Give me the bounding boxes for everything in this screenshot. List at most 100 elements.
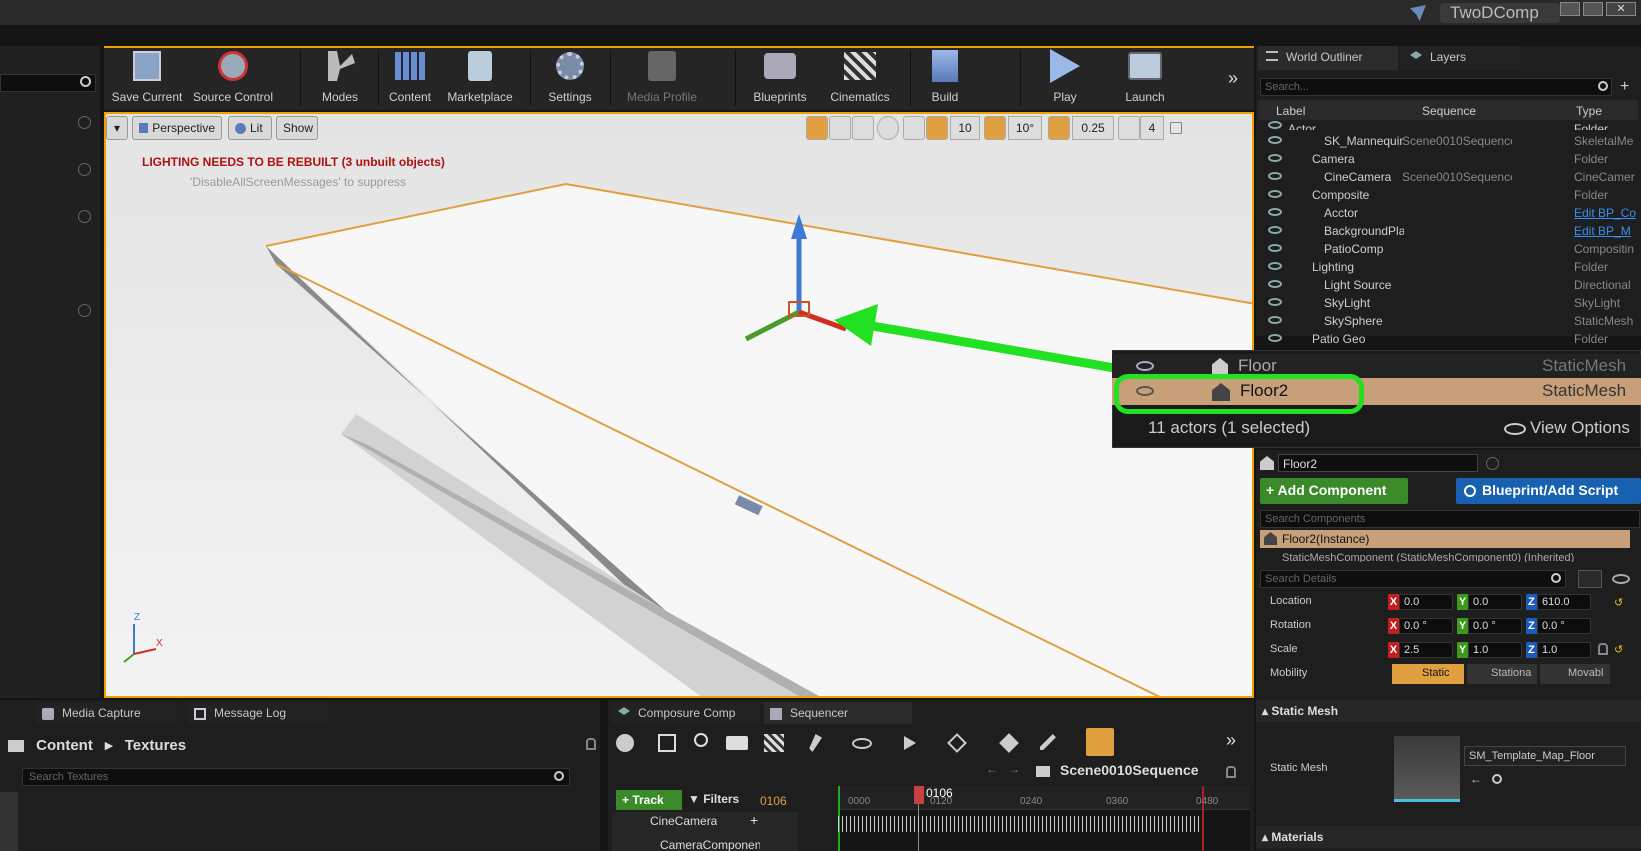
breadcrumb-textures[interactable]: Textures — [125, 737, 186, 754]
cinematics-button[interactable]: Cinematics — [820, 46, 900, 108]
scale-x-field[interactable]: 2.5 — [1399, 642, 1453, 658]
texture-thumbnail[interactable] — [0, 792, 18, 851]
filters-button[interactable]: ▼ Filters — [688, 792, 739, 806]
launch-button[interactable]: Launch — [1110, 46, 1180, 108]
reset-icon[interactable]: ↺ — [1614, 643, 1623, 656]
eye-icon[interactable] — [1612, 574, 1630, 584]
browse-arrow-icon[interactable]: ← — [1470, 772, 1482, 786]
close-button[interactable]: ✕ — [1606, 2, 1636, 16]
find-icon[interactable] — [1492, 774, 1502, 784]
tab-media-capture[interactable]: Media Capture — [36, 702, 176, 724]
camera-icon[interactable] — [726, 736, 748, 750]
search-components-input[interactable]: Search Components — [1260, 510, 1640, 528]
search-textures-input[interactable]: Search Textures — [22, 768, 570, 786]
static-mesh-picker[interactable]: SM_Template_Map_Floor — [1464, 746, 1626, 766]
add-icon[interactable]: + — [1620, 78, 1629, 96]
outliner-row[interactable]: Light Source Directional — [1258, 276, 1641, 294]
show-button[interactable]: Show — [276, 116, 318, 140]
materials-section-header[interactable]: ▴ Materials — [1256, 826, 1641, 848]
add-track-button[interactable]: + Track — [616, 790, 682, 810]
visibility-icon[interactable] — [1268, 334, 1282, 342]
location-x-field[interactable]: 0.0 — [1399, 594, 1453, 610]
scale-mode-button[interactable] — [852, 116, 874, 140]
modes-button[interactable]: Modes — [305, 46, 375, 108]
search-details-input[interactable]: Search Details — [1260, 570, 1566, 588]
location-z-field[interactable]: 610.0 — [1537, 594, 1591, 610]
visibility-icon[interactable] — [1268, 244, 1282, 252]
help-icon[interactable] — [78, 210, 91, 223]
maximize-button[interactable] — [1583, 2, 1603, 16]
blueprint-add-script-button[interactable]: Blueprint/Add Script — [1456, 478, 1641, 504]
track-cinecamera[interactable]: CineCamera — [650, 814, 717, 828]
scale-z-field[interactable]: 1.0 — [1537, 642, 1591, 658]
visibility-icon[interactable] — [1268, 136, 1282, 144]
maximize-viewport-icon[interactable] — [1170, 122, 1182, 134]
visibility-icon[interactable] — [1268, 316, 1282, 324]
instance-row[interactable]: Floor2(Instance) — [1260, 530, 1630, 548]
surface-snap-button[interactable] — [903, 116, 925, 140]
scale-snap-button[interactable] — [1048, 116, 1070, 140]
static-mesh-thumbnail[interactable] — [1394, 736, 1460, 802]
perspective-button[interactable]: Perspective — [132, 116, 222, 140]
outliner-row[interactable]: BackgroundPla Edit BP_M — [1258, 222, 1641, 240]
content-button[interactable]: Content — [380, 46, 440, 108]
add-icon[interactable]: + — [750, 812, 758, 828]
eye-icon[interactable] — [852, 738, 872, 749]
visibility-icon[interactable] — [1136, 361, 1154, 371]
camera-speed-value[interactable]: 4 — [1140, 116, 1164, 140]
scale-label[interactable]: Scale — [1270, 643, 1298, 655]
outliner-row[interactable]: SkyLight SkyLight — [1258, 294, 1641, 312]
visibility-icon[interactable] — [1268, 172, 1282, 180]
help-icon[interactable] — [78, 116, 91, 129]
source-control-button[interactable]: Source Control — [188, 46, 278, 108]
property-matrix-icon[interactable] — [1578, 570, 1602, 588]
actor-name-field[interactable]: Floor2 — [1278, 454, 1478, 472]
mobility-static-option[interactable]: Static — [1392, 664, 1464, 684]
breadcrumb-content[interactable]: Content — [36, 737, 93, 754]
mobility-stationary-option[interactable]: Stationa — [1467, 664, 1537, 684]
outliner-row[interactable]: CineCamera Scene0010Sequence CineCamer — [1258, 168, 1641, 186]
rotate-mode-button[interactable] — [829, 116, 851, 140]
blueprints-button[interactable]: Blueprints — [740, 46, 820, 108]
build-button[interactable]: Build — [915, 46, 975, 108]
visibility-icon[interactable] — [1268, 208, 1282, 216]
render-movie-icon[interactable] — [764, 734, 784, 752]
visibility-icon[interactable] — [1268, 298, 1282, 306]
outliner-row[interactable]: SkySphere StaticMesh — [1258, 312, 1641, 330]
back-arrow-icon[interactable]: ← — [986, 762, 998, 776]
play-button[interactable]: Play — [1035, 46, 1095, 108]
playhead[interactable] — [914, 786, 924, 804]
track-camera-component[interactable]: CameraComponen — [660, 838, 760, 851]
rotation-y-field[interactable]: 0.0 ° — [1468, 618, 1522, 634]
help-icon[interactable] — [78, 163, 91, 176]
outliner-search-input[interactable]: Search... — [1260, 78, 1612, 96]
outliner-row[interactable]: PatioComp Compositin — [1258, 240, 1641, 258]
location-label[interactable]: Location — [1270, 595, 1312, 607]
snap-magnet-button[interactable] — [1086, 728, 1114, 756]
sequencer-overflow-icon[interactable]: » — [1226, 730, 1236, 751]
help-icon[interactable] — [1486, 457, 1499, 470]
help-icon[interactable] — [78, 304, 91, 317]
visibility-icon[interactable] — [1268, 154, 1282, 162]
viewport-options-button[interactable]: ▾ — [106, 116, 128, 140]
settings-button[interactable]: Settings — [535, 46, 605, 108]
camera-speed-button[interactable] — [1118, 116, 1140, 140]
lock-icon[interactable] — [1598, 643, 1608, 655]
search-icon[interactable] — [694, 733, 708, 747]
rotation-x-field[interactable]: 0.0 ° — [1399, 618, 1453, 634]
lock-icon[interactable] — [586, 738, 596, 750]
mobility-movable-option[interactable]: Movabl — [1540, 664, 1610, 684]
rotation-label[interactable]: Rotation — [1270, 619, 1311, 631]
outliner-row[interactable]: Camera Folder — [1258, 150, 1641, 168]
minimize-button[interactable] — [1560, 2, 1580, 16]
timeline[interactable]: 0106 0000 0120 0240 0360 0480 — [838, 786, 1250, 851]
viewport[interactable] — [104, 112, 1254, 698]
static-mesh-section-header[interactable]: ▴ Static Mesh — [1256, 700, 1641, 722]
outliner-row[interactable]: SK_Mannequin Scene0010Sequence SkeletalMe — [1258, 132, 1641, 150]
lit-button[interactable]: Lit — [228, 116, 272, 140]
component-row[interactable]: StaticMeshComponent (StaticMeshComponent… — [1282, 552, 1632, 562]
visibility-icon[interactable] — [1268, 226, 1282, 234]
rotation-snap-button[interactable] — [984, 116, 1006, 140]
column-label[interactable]: Label — [1276, 104, 1305, 118]
save-current-button[interactable]: Save Current — [108, 46, 186, 108]
